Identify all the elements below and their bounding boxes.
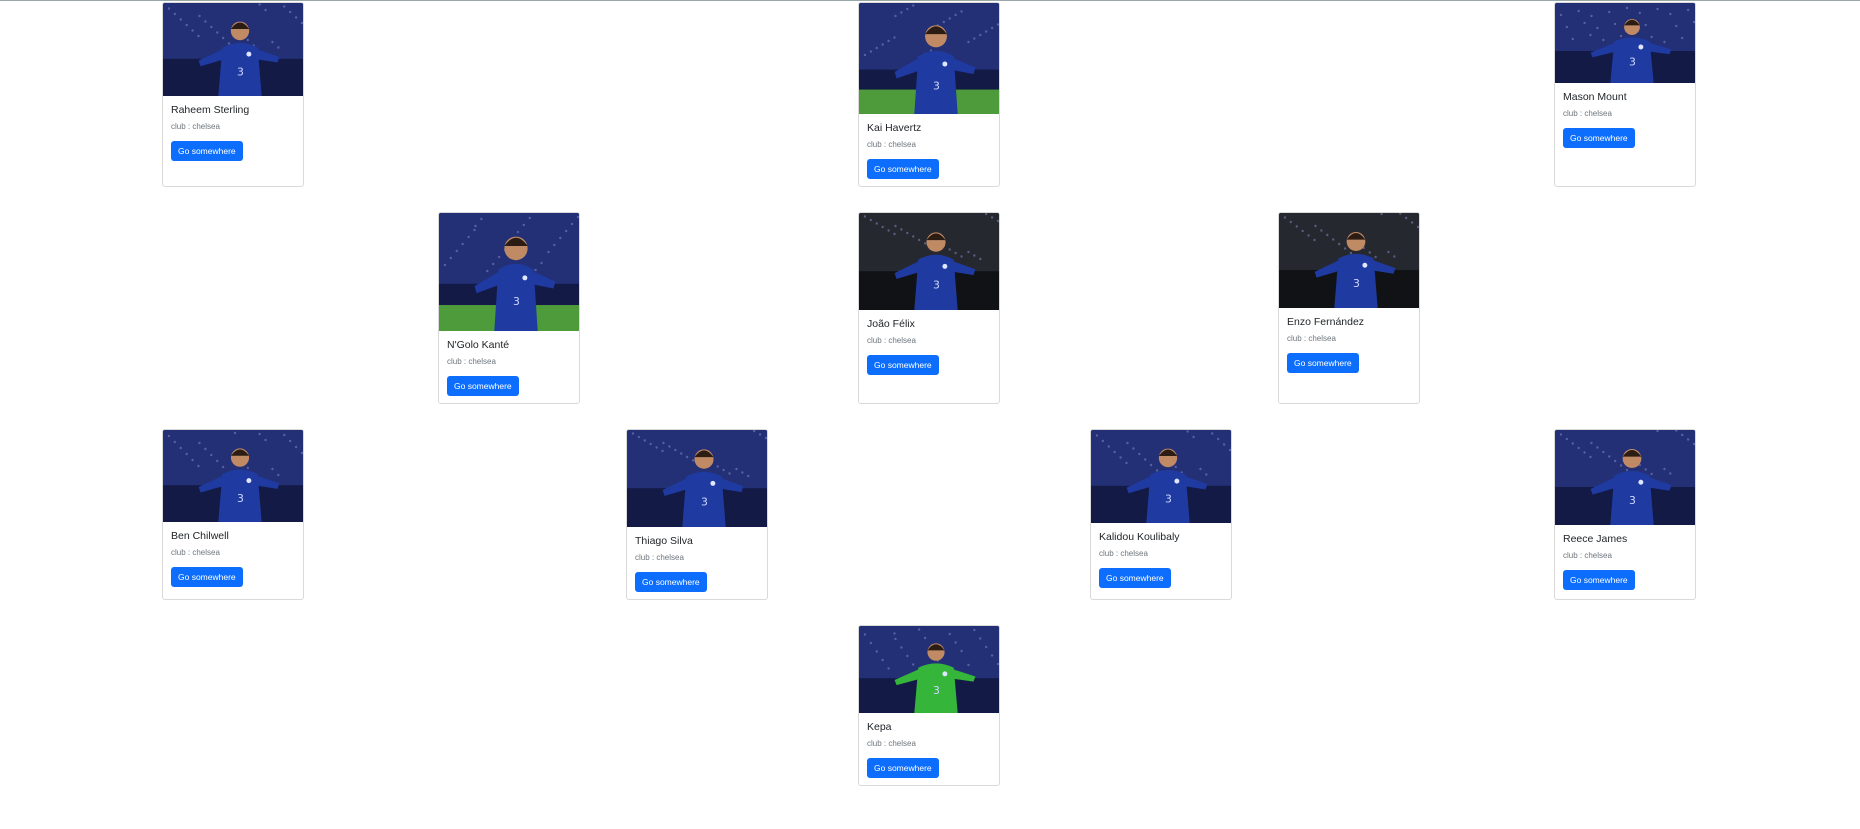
player-image: 3 — [859, 213, 999, 310]
player-club: club : chelsea — [867, 336, 916, 345]
go-somewhere-button[interactable]: Go somewhere — [171, 141, 243, 161]
player-photo: 3 — [439, 213, 579, 331]
svg-text:3: 3 — [933, 80, 940, 93]
svg-text:3: 3 — [1353, 277, 1360, 290]
go-somewhere-button[interactable]: Go somewhere — [1563, 128, 1635, 148]
player-photo: 3 — [1555, 430, 1695, 525]
go-somewhere-button[interactable]: Go somewhere — [635, 572, 707, 592]
player-image: 3 — [1091, 430, 1231, 523]
player-club: club : chelsea — [171, 548, 220, 557]
go-somewhere-button[interactable]: Go somewhere — [867, 758, 939, 778]
player-card-koulibaly: 3 Kalidou Koulibaly club : chelsea Go so… — [1090, 429, 1232, 600]
player-club: club : chelsea — [1563, 551, 1612, 560]
player-photo: 3 — [163, 3, 303, 96]
go-somewhere-button[interactable]: Go somewhere — [1287, 353, 1359, 373]
player-club: club : chelsea — [635, 553, 684, 562]
player-name: Mason Mount — [1563, 91, 1627, 103]
player-card-chilwell: 3 Ben Chilwell club : chelsea Go somewhe… — [162, 429, 304, 600]
player-name: Enzo Fernández — [1287, 316, 1365, 328]
player-name: Kalidou Koulibaly — [1099, 531, 1180, 543]
svg-text:3: 3 — [1629, 494, 1636, 507]
player-photo: 3 — [1279, 213, 1419, 308]
player-card-felix: 3 João Félix club : chelsea Go somewhere — [858, 212, 1000, 404]
player-name: N'Golo Kanté — [447, 339, 510, 351]
go-somewhere-button[interactable]: Go somewhere — [447, 376, 519, 396]
player-name: João Félix — [867, 318, 915, 330]
player-image: 3 — [1279, 213, 1419, 308]
player-card-silva: 3 Thiago Silva club : chelsea Go somewhe… — [626, 429, 768, 600]
svg-text:3: 3 — [701, 496, 708, 509]
go-somewhere-button[interactable]: Go somewhere — [171, 567, 243, 587]
player-club: club : chelsea — [867, 739, 916, 748]
player-image: 3 — [627, 430, 767, 527]
player-club: club : chelsea — [447, 357, 496, 366]
player-photo: 3 — [859, 626, 999, 713]
player-photo: 3 — [627, 430, 767, 527]
go-somewhere-button[interactable]: Go somewhere — [1563, 570, 1635, 590]
player-image: 3 — [439, 213, 579, 331]
player-image: 3 — [163, 3, 303, 96]
svg-text:3: 3 — [933, 279, 940, 292]
player-card-fernandez: 3 Enzo Fernández club : chelsea Go somew… — [1278, 212, 1420, 404]
player-name: Kai Havertz — [867, 122, 922, 134]
player-club: club : chelsea — [867, 140, 916, 149]
player-card-kante: 3 N'Golo Kanté club : chelsea Go somewhe… — [438, 212, 580, 404]
svg-text:3: 3 — [237, 492, 244, 505]
player-card-mount: 3 Mason Mount club : chelsea Go somewher… — [1554, 2, 1696, 187]
go-somewhere-button[interactable]: Go somewhere — [867, 355, 939, 375]
player-card-james: 3 Reece James club : chelsea Go somewher… — [1554, 429, 1696, 600]
player-club: club : chelsea — [1099, 549, 1148, 558]
svg-text:3: 3 — [933, 684, 940, 697]
player-photo: 3 — [1091, 430, 1231, 523]
svg-text:3: 3 — [1629, 55, 1636, 68]
player-photo: 3 — [1555, 3, 1695, 83]
player-photo: 3 — [163, 430, 303, 522]
player-name: Thiago Silva — [635, 535, 693, 547]
player-card-kepa: 3 Kepa club : chelsea Go somewhere — [858, 625, 1000, 786]
go-somewhere-button[interactable]: Go somewhere — [867, 159, 939, 179]
player-card-havertz: 3 Kai Havertz club : chelsea Go somewher… — [858, 2, 1000, 187]
player-image: 3 — [859, 626, 999, 713]
svg-text:3: 3 — [237, 65, 244, 78]
player-club: club : chelsea — [171, 122, 220, 131]
player-name: Ben Chilwell — [171, 530, 229, 542]
player-photo: 3 — [859, 3, 999, 114]
player-name: Raheem Sterling — [171, 104, 250, 116]
player-image: 3 — [859, 3, 999, 114]
player-name: Reece James — [1563, 533, 1628, 545]
player-club: club : chelsea — [1287, 334, 1336, 343]
player-club: club : chelsea — [1563, 109, 1612, 118]
player-image: 3 — [1555, 3, 1695, 83]
svg-text:3: 3 — [1165, 492, 1172, 505]
svg-text:3: 3 — [513, 295, 520, 308]
player-image: 3 — [1555, 430, 1695, 525]
player-photo: 3 — [859, 213, 999, 310]
player-image: 3 — [163, 430, 303, 522]
player-name: Kepa — [867, 721, 892, 733]
player-card-sterling: 3 Raheem Sterling club : chelsea Go some… — [162, 2, 304, 187]
go-somewhere-button[interactable]: Go somewhere — [1099, 568, 1171, 588]
